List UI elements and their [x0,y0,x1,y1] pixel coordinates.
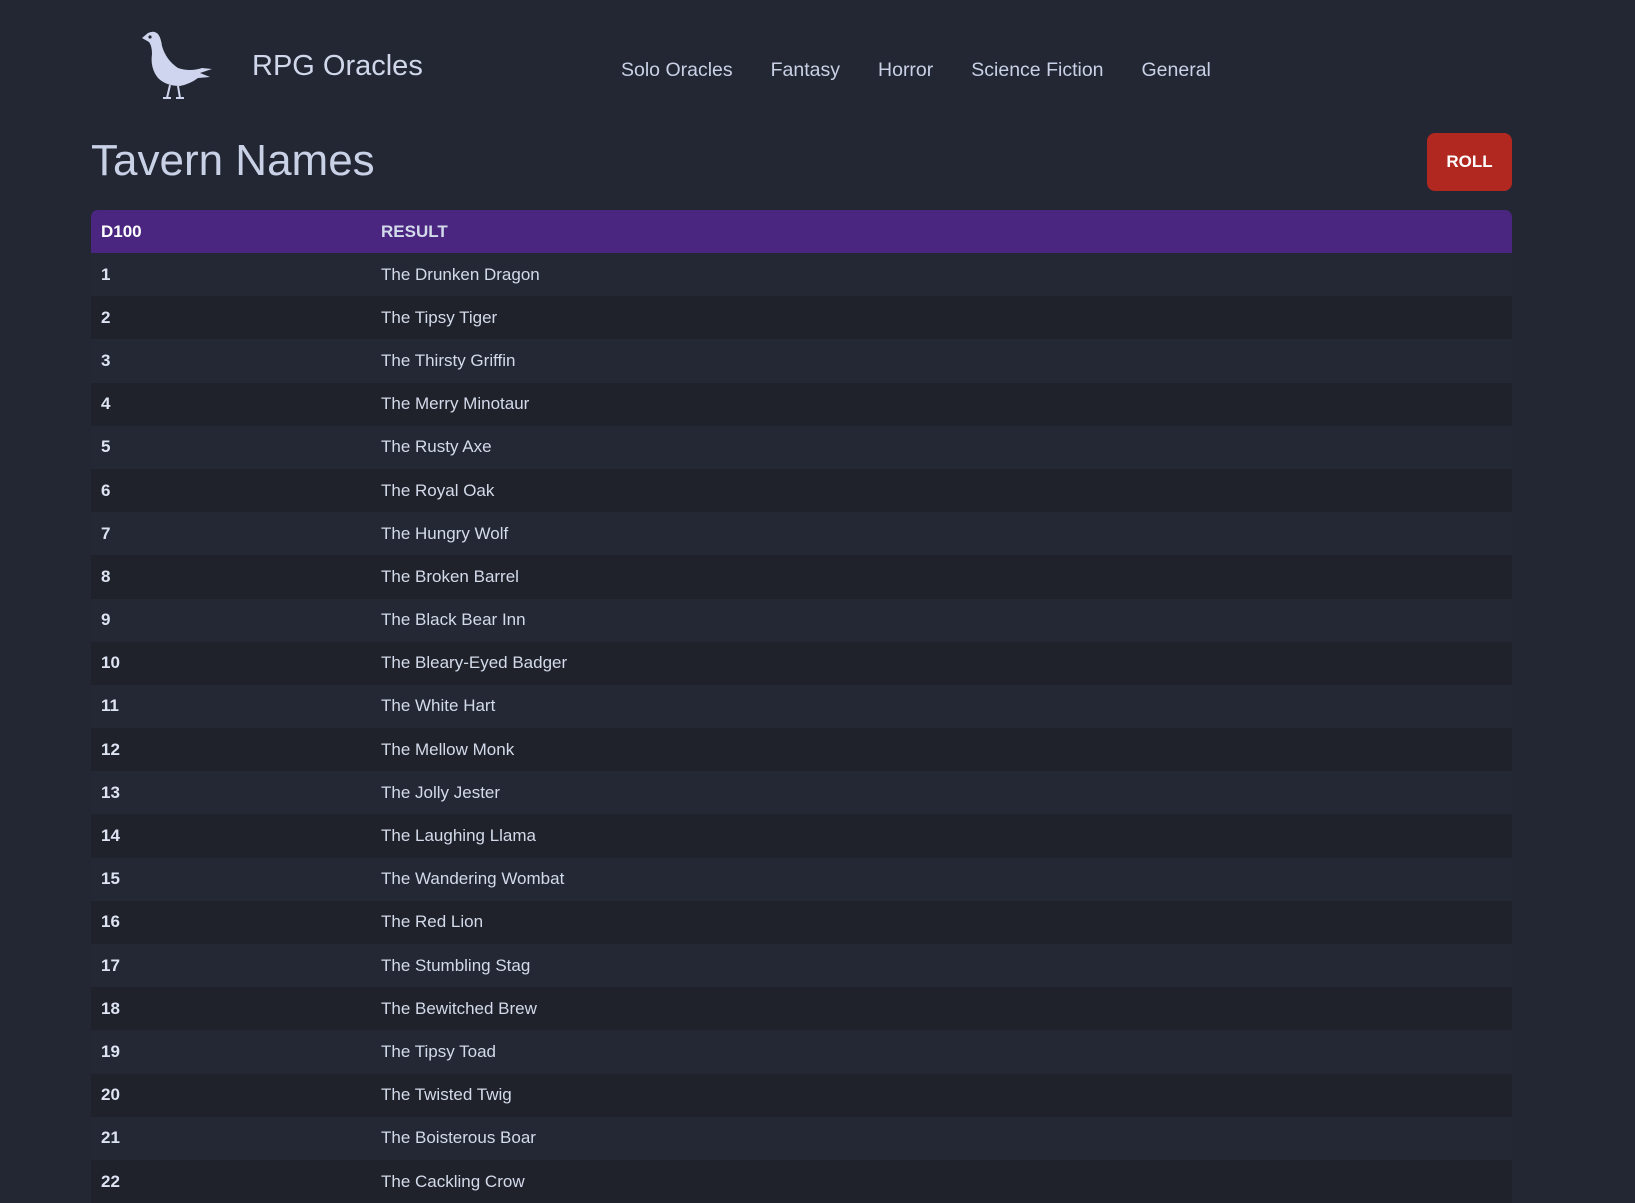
row-result: The Tipsy Tiger [381,307,498,327]
table-row: 19 The Tipsy Toad [91,1030,1512,1074]
row-number: 2 [101,307,111,327]
row-number: 4 [101,394,111,414]
row-result: The Jolly Jester [381,782,501,802]
row-result: The Bleary-Eyed Badger [381,653,568,673]
row-result: The Merry Minotaur [381,394,530,414]
table-row: 15 The Wandering Wombat [91,857,1512,901]
table-row: 4 The Merry Minotaur [91,382,1512,426]
table-row: 17 The Stumbling Stag [91,944,1512,988]
table-row: 13 The Jolly Jester [91,771,1512,815]
row-number: 14 [101,826,120,846]
row-number: 10 [101,653,120,673]
row-result: The Boisterous Boar [381,1128,536,1148]
table-row: 18 The Bewitched Brew [91,987,1512,1031]
table-row: 8 The Broken Barrel [91,555,1512,599]
row-result: The Mellow Monk [381,739,515,759]
row-number: 21 [101,1128,120,1148]
column-header-result: RESULT [381,221,448,241]
row-result: The Wandering Wombat [381,869,565,889]
raven-icon[interactable] [136,26,216,100]
oracle-table: D100 RESULT 1 The Drunken Dragon 2 The Tip… [91,210,1512,1203]
row-result: The Stumbling Stag [381,955,531,975]
row-number: 9 [101,610,111,630]
row-result: The Hungry Wolf [381,523,509,543]
row-result: The Bewitched Brew [381,998,537,1018]
nav-general[interactable]: General [1142,59,1211,82]
table-row: 1 The Drunken Dragon [91,253,1512,297]
row-result: The Royal Oak [381,480,495,500]
row-result: The White Hart [381,696,496,716]
row-number: 16 [101,912,120,932]
site-title[interactable]: RPG Oracles [252,50,423,83]
table-row: 6 The Royal Oak [91,468,1512,513]
table-header: D100 RESULT [91,210,1512,253]
row-result: The Rusty Axe [381,437,492,457]
row-number: 17 [101,955,120,975]
row-number: 8 [101,566,111,586]
table-row: 21 The Boisterous Boar [91,1116,1512,1160]
table-body: 1 The Drunken Dragon 2 The Tipsy Tiger 3 Th… [91,253,1512,1203]
row-number: 5 [101,437,111,457]
column-header-d100: D100 [101,221,142,241]
table-row: 12 The Mellow Monk [91,728,1512,772]
row-number: 15 [101,869,120,889]
nav-solo-oracles[interactable]: Solo Oracles [621,59,733,82]
table-row: 16 The Red Lion [91,900,1512,944]
table-row: 7 The Hungry Wolf [91,512,1512,556]
row-result: The Drunken Dragon [381,264,540,284]
row-number: 3 [101,350,111,370]
row-number: 18 [101,998,120,1018]
row-result: The Twisted Twig [381,1085,512,1105]
roll-button[interactable]: ROLL [1427,133,1512,191]
row-number: 6 [101,480,111,500]
nav-science-fiction[interactable]: Science Fiction [971,59,1103,82]
main-nav: Solo Oracles Fantasy Horror Science Fict… [621,59,1211,82]
page-title: Tavern Names [91,136,375,185]
row-number: 12 [101,739,120,759]
table-row: 20 The Twisted Twig [91,1073,1512,1117]
row-number: 11 [101,696,119,716]
row-number: 1 [101,264,111,284]
table-row: 10 The Bleary-Eyed Badger [91,641,1512,685]
nav-fantasy[interactable]: Fantasy [771,59,840,82]
row-result: The Black Bear Inn [381,610,526,630]
row-result: The Tipsy Toad [381,1041,496,1061]
row-result: The Cackling Crow [381,1171,525,1191]
row-number: 19 [101,1041,120,1061]
table-row: 5 The Rusty Axe [91,425,1512,469]
row-result: The Thirsty Griffin [381,350,516,370]
table-row: 11 The White Hart [91,684,1512,729]
table-row: 3 The Thirsty Griffin [91,339,1512,383]
nav-horror[interactable]: Horror [878,59,933,82]
row-result: The Broken Barrel [381,566,519,586]
row-number: 20 [101,1085,120,1105]
row-result: The Laughing Llama [381,826,537,846]
row-number: 13 [101,782,120,802]
table-row: 14 The Laughing Llama [91,814,1512,858]
row-number: 22 [101,1171,120,1191]
row-number: 7 [101,523,111,543]
table-row: 9 The Black Bear Inn [91,598,1512,642]
site-header: RPG Oracles Solo Oracles Fantasy Horror … [0,0,1635,130]
table-row: 2 The Tipsy Tiger [91,296,1512,340]
row-result: The Red Lion [381,912,484,932]
